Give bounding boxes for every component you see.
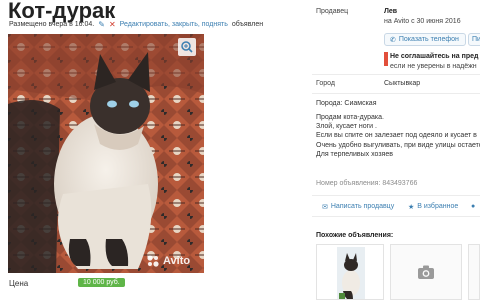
star-icon: ★ [408, 203, 415, 211]
description-line: Продам кота-дурака. [316, 114, 384, 121]
warning-marker [384, 52, 388, 66]
watermark-text: Avito [163, 255, 191, 267]
divider [312, 216, 480, 217]
close-icon[interactable]: ✕ [109, 20, 116, 29]
show-phone-label: Показать телефон [398, 36, 459, 43]
description-line: Если вы спите он залезает под одеяло и к… [316, 132, 477, 140]
divider [312, 195, 480, 196]
zoom-button[interactable] [178, 38, 196, 56]
write-seller-label: Написать продавцу [330, 203, 395, 210]
more-icon: ● [471, 203, 476, 210]
next-seller-label: Пи [472, 36, 480, 43]
city-value: Сыктывкар [384, 80, 421, 87]
description-line: Злой, кусает ноги . [316, 123, 377, 131]
warning-title: Не соглашайтесь на пред [390, 53, 479, 60]
zoom-icon [181, 41, 193, 53]
phone-icon: ✆ [390, 36, 396, 44]
posted-date: Размещено вчера в 16:04. [9, 21, 95, 28]
write-seller-button[interactable]: ✉ Написать продавцу [316, 200, 400, 213]
divider [312, 93, 480, 94]
price-value: 10 000 руб. [78, 278, 125, 287]
warning-text: если не уверены в надёжн [390, 63, 477, 70]
avito-watermark: Avito [146, 254, 190, 268]
avito-logo-icon [147, 255, 159, 267]
listing-meta: Размещено вчера в 16:04. ✎ ✕ Редактирова… [9, 20, 263, 29]
divider [312, 74, 480, 75]
city-label: Город [316, 80, 335, 87]
action-suffix: объявлен [231, 21, 264, 28]
show-phone-button[interactable]: ✆ Показать телефон [384, 33, 466, 46]
breed: Порода: Сиамская [316, 100, 377, 107]
seller-name[interactable]: Лев [384, 8, 397, 15]
pencil-icon[interactable]: ✎ [98, 20, 105, 29]
price-label: Цена [9, 279, 29, 288]
next-seller-button[interactable]: Пи [468, 33, 480, 46]
similar-thumb-image [317, 245, 383, 299]
similar-title: Похожие объявления: [316, 232, 394, 239]
description-line: Очень удобно выгуливать, при виде улицы … [316, 141, 480, 149]
favorites-label: В избранное [417, 203, 459, 210]
similar-item-1[interactable] [316, 244, 384, 300]
favorites-button[interactable]: ★ В избранное [402, 200, 466, 213]
ad-number: Номер объявления: 843493766 [316, 180, 418, 187]
similar-item-3[interactable] [468, 244, 480, 300]
description-line: Для терпеливых хозяев [316, 150, 393, 158]
edit-links[interactable]: Редактировать, закрыть, поднять [120, 21, 228, 28]
description: Продам кота-дурака. Злой, кусает ноги . … [316, 113, 480, 159]
similar-item-2[interactable] [390, 244, 462, 300]
camera-icon [418, 265, 434, 279]
seller-label: Продавец [316, 8, 349, 15]
message-icon: ✉ [322, 203, 328, 211]
seller-since: на Avito с 30 июня 2016 [384, 18, 461, 25]
cat-photo [8, 34, 204, 273]
more-actions-button[interactable]: ● [468, 200, 480, 213]
listing-photo[interactable] [8, 34, 204, 273]
